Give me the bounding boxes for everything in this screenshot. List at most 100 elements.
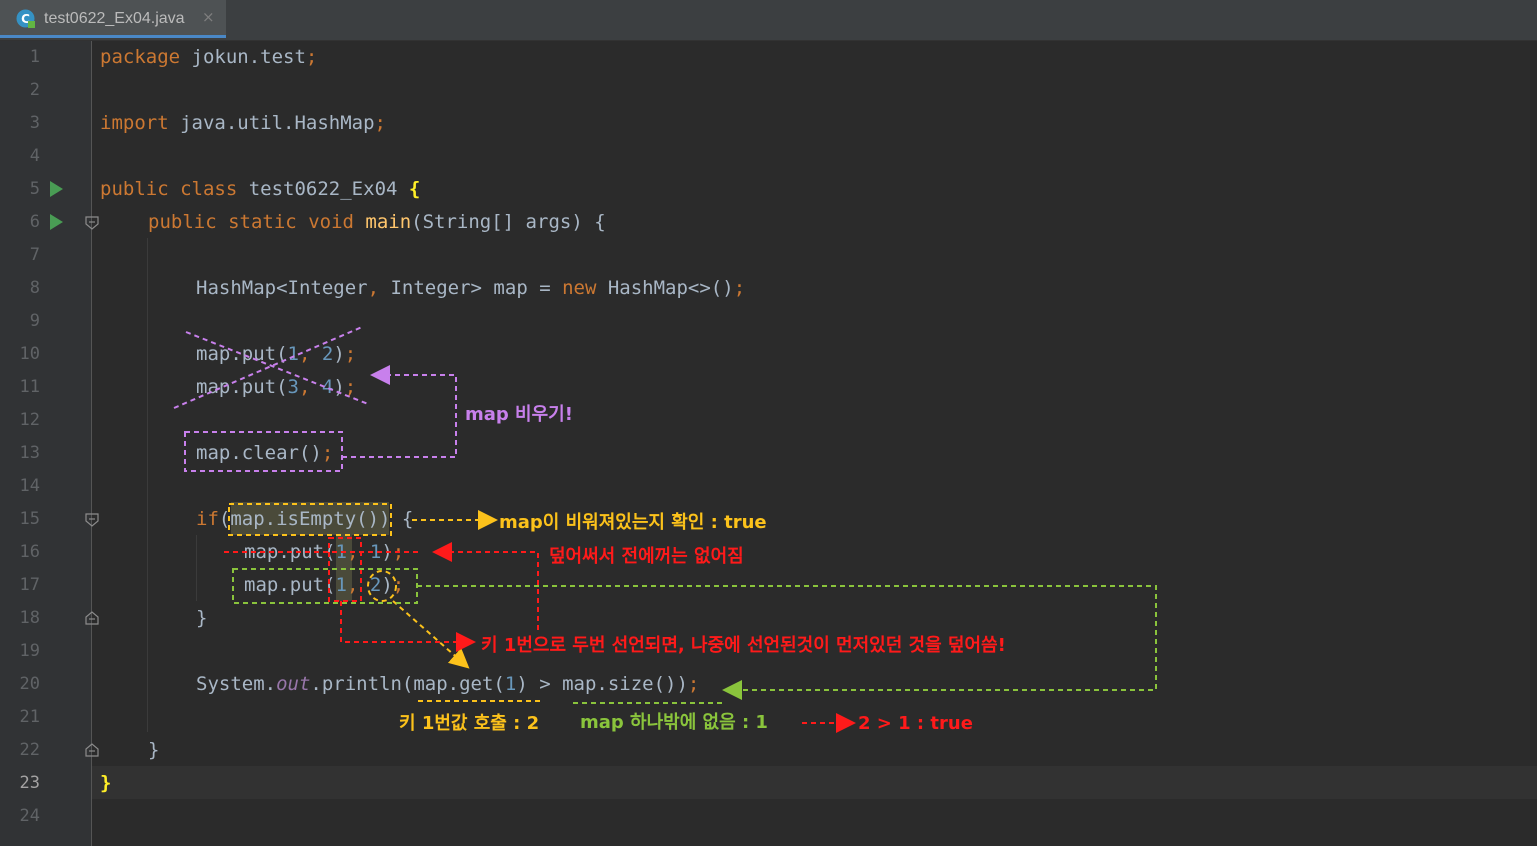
keyword: public — [148, 211, 217, 233]
code-text: ) > map.size()) — [516, 673, 688, 695]
code-text: ) — [333, 343, 345, 365]
code-line-8[interactable]: HashMap<Integer, Integer> map = new Hash… — [196, 272, 745, 305]
line-number[interactable]: 22 — [0, 734, 40, 767]
code-line-15[interactable]: if(map.isEmpty()) { — [196, 503, 413, 536]
code-text: map.clear() — [196, 442, 322, 464]
code-text: java.util.HashMap — [168, 112, 375, 134]
fold-icon[interactable] — [85, 611, 99, 625]
code-line-22[interactable]: } — [148, 734, 159, 767]
number: 4 — [321, 376, 334, 398]
code-text: (String[] args) { — [411, 211, 606, 233]
keyword: import — [100, 112, 169, 134]
comma: , — [298, 343, 311, 365]
run-icon[interactable] — [48, 213, 64, 231]
file-tab[interactable]: C test0622_Ex04.java × — [0, 0, 226, 38]
line-number[interactable]: 3 — [0, 107, 40, 140]
line-number[interactable]: 6 — [0, 206, 40, 239]
fold-icon[interactable] — [85, 216, 99, 230]
tab-title: test0622_Ex04.java — [44, 10, 185, 27]
code-line-5[interactable]: public class test0622_Ex04 { — [100, 173, 420, 206]
line-number[interactable]: 23 — [0, 767, 40, 800]
line-number[interactable]: 12 — [0, 404, 40, 437]
line-number[interactable]: 13 — [0, 437, 40, 470]
number: 1 — [504, 673, 517, 695]
code-line-16[interactable]: map.put(1, 1); — [244, 536, 404, 569]
keyword: public — [100, 178, 169, 200]
line-number[interactable]: 15 — [0, 503, 40, 536]
line-number[interactable]: 20 — [0, 668, 40, 701]
keyword: package — [100, 46, 181, 68]
close-icon[interactable]: × — [202, 8, 215, 26]
class-name: test0622_Ex04 — [237, 178, 409, 200]
semicolon: ; — [321, 442, 334, 464]
keyword: if — [196, 508, 219, 530]
code-line-18[interactable]: } — [196, 602, 207, 635]
clear-arrow — [342, 365, 457, 458]
code-text: HashMap<Integer — [196, 277, 368, 299]
line-number[interactable]: 1 — [0, 41, 40, 74]
get-note: 키 1번값 호출 : 2 — [399, 713, 540, 734]
indent-guide — [147, 238, 148, 732]
code-line-20[interactable]: System.out.println(map.get(1) > map.size… — [196, 668, 699, 701]
fold-icon[interactable] — [85, 513, 99, 527]
static-field: out — [276, 673, 311, 695]
number: 1 — [335, 541, 347, 563]
number: 1 — [335, 574, 347, 596]
line-number[interactable]: 9 — [0, 305, 40, 338]
comma: , — [346, 574, 359, 596]
code-line-23[interactable]: } — [100, 767, 111, 800]
code-line-3[interactable]: import java.util.HashMap; — [100, 107, 386, 140]
line-number[interactable]: 5 — [0, 173, 40, 206]
code-line-10[interactable]: map.put(1, 2); — [196, 338, 356, 371]
line-number[interactable]: 16 — [0, 536, 40, 569]
code-text: map.put( — [244, 541, 336, 563]
code-text: (map.isEmpty()) { — [218, 508, 414, 530]
comma: , — [367, 277, 380, 299]
key-arrow — [340, 601, 476, 652]
matched-brace: } — [100, 772, 112, 794]
semicolon: ; — [374, 112, 386, 134]
semicolon: ; — [733, 277, 746, 299]
code-text: .println(map.get( — [310, 673, 505, 695]
line-number[interactable]: 24 — [0, 800, 40, 833]
line-number[interactable]: 21 — [0, 701, 40, 734]
keyword: static — [228, 211, 297, 233]
keyword: new — [562, 277, 597, 299]
code-text: jokun.test — [180, 46, 306, 68]
number: 2 — [369, 574, 382, 596]
semicolon: ; — [687, 673, 700, 695]
key-note: 키 1번으로 두번 선언되면, 나중에 선언된것이 먼저있던 것을 덮어씀! — [481, 635, 1006, 656]
code-line-17[interactable]: map.put(1, 2); — [244, 569, 404, 602]
keyword: class — [180, 178, 238, 200]
code-text: map.put( — [244, 574, 336, 596]
run-icon[interactable] — [48, 180, 64, 198]
line-number[interactable]: 7 — [0, 239, 40, 272]
semicolon: ; — [344, 343, 357, 365]
line-number[interactable]: 2 — [0, 74, 40, 107]
code-text: System. — [196, 673, 277, 695]
overwrite-arrow — [432, 542, 539, 630]
line-number[interactable]: 10 — [0, 338, 40, 371]
code-line-11[interactable]: map.put(3, 4); — [196, 371, 356, 404]
line-number[interactable]: 17 — [0, 569, 40, 602]
code-text: ) — [381, 541, 393, 563]
matched-brace: { — [408, 178, 421, 200]
line-number[interactable]: 4 — [0, 140, 40, 173]
result-note: 2 > 1 : true — [858, 713, 973, 734]
line-number[interactable]: 19 — [0, 635, 40, 668]
line-number[interactable]: 14 — [0, 470, 40, 503]
code-text: map.put( — [196, 343, 288, 365]
number: 1 — [287, 343, 299, 365]
line-number[interactable]: 11 — [0, 371, 40, 404]
closing-brace: } — [148, 739, 160, 761]
fold-icon[interactable] — [85, 743, 99, 757]
line-number[interactable]: 18 — [0, 602, 40, 635]
code-line-1[interactable]: package jokun.test; — [100, 41, 317, 74]
line-number[interactable]: 8 — [0, 272, 40, 305]
code-line-13[interactable]: map.clear(); — [196, 437, 333, 470]
size-note: map 하나밖에 없음 : 1 — [580, 712, 768, 733]
closing-brace: } — [196, 607, 208, 629]
semicolon: ; — [305, 46, 318, 68]
code-line-6[interactable]: public static void main(String[] args) { — [148, 206, 606, 239]
editor-tab-bar: C test0622_Ex04.java × — [0, 0, 1537, 41]
